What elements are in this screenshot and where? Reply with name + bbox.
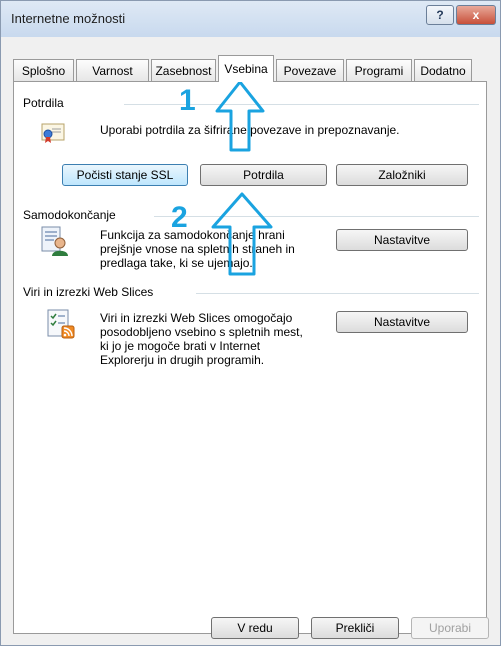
autocomplete-heading: Samodokončanje <box>23 208 116 222</box>
certificates-divider <box>124 104 479 105</box>
feeds-desc-line-2: posodobljeno vsebino s spletnih mest, <box>100 325 303 339</box>
certificate-icon <box>40 120 66 149</box>
tab-security[interactable]: Varnost <box>76 59 149 81</box>
help-button[interactable]: ? <box>426 5 454 25</box>
feeds-settings-button[interactable]: Nastavitve <box>336 311 468 333</box>
feeds-icon <box>46 308 76 343</box>
annotation-step-1: 1 <box>179 84 196 117</box>
close-button[interactable]: x <box>456 5 496 25</box>
certificates-button[interactable]: Potrdila <box>200 164 327 186</box>
arrow-up-icon <box>214 79 266 156</box>
autocomplete-settings-button[interactable]: Nastavitve <box>336 229 468 251</box>
tab-content[interactable]: Vsebina <box>218 55 274 82</box>
feeds-desc-line-3: ki jo je mogoče brati v Internet <box>100 339 261 353</box>
window-title: Internetne možnosti <box>11 11 126 26</box>
apply-button[interactable]: Uporabi <box>411 617 489 639</box>
tab-advanced[interactable]: Dodatno <box>414 59 472 81</box>
tab-connections[interactable]: Povezave <box>276 59 344 81</box>
content-panel: Potrdila Uporabi potrdila za šifrirane p… <box>13 81 487 634</box>
feeds-heading: Viri in izrezki Web Slices <box>23 285 154 299</box>
annotation-step-2: 2 <box>171 201 188 234</box>
clear-ssl-state-button[interactable]: Počisti stanje SSL <box>62 164 188 186</box>
ok-button[interactable]: V redu <box>211 617 299 639</box>
certificates-heading: Potrdila <box>23 96 64 110</box>
feeds-desc-line-1: Viri in izrezki Web Slices omogočajo <box>100 311 293 325</box>
title-bar: Internetne možnosti ? x <box>1 1 500 37</box>
tab-privacy[interactable]: Zasebnost <box>151 59 216 81</box>
cancel-button[interactable]: Prekliči <box>311 617 399 639</box>
autocomplete-icon <box>40 225 70 260</box>
publishers-button[interactable]: Založniki <box>336 164 468 186</box>
internet-options-dialog: Internetne možnosti ? x Splošno Varnost … <box>0 0 501 646</box>
arrow-up-icon <box>210 191 274 280</box>
autocomplete-divider <box>154 216 479 217</box>
tab-programs[interactable]: Programi <box>346 59 412 81</box>
feeds-divider <box>196 293 479 294</box>
tab-general[interactable]: Splošno <box>13 59 74 81</box>
feeds-desc-line-4: Explorerju in drugih programih. <box>100 353 265 367</box>
